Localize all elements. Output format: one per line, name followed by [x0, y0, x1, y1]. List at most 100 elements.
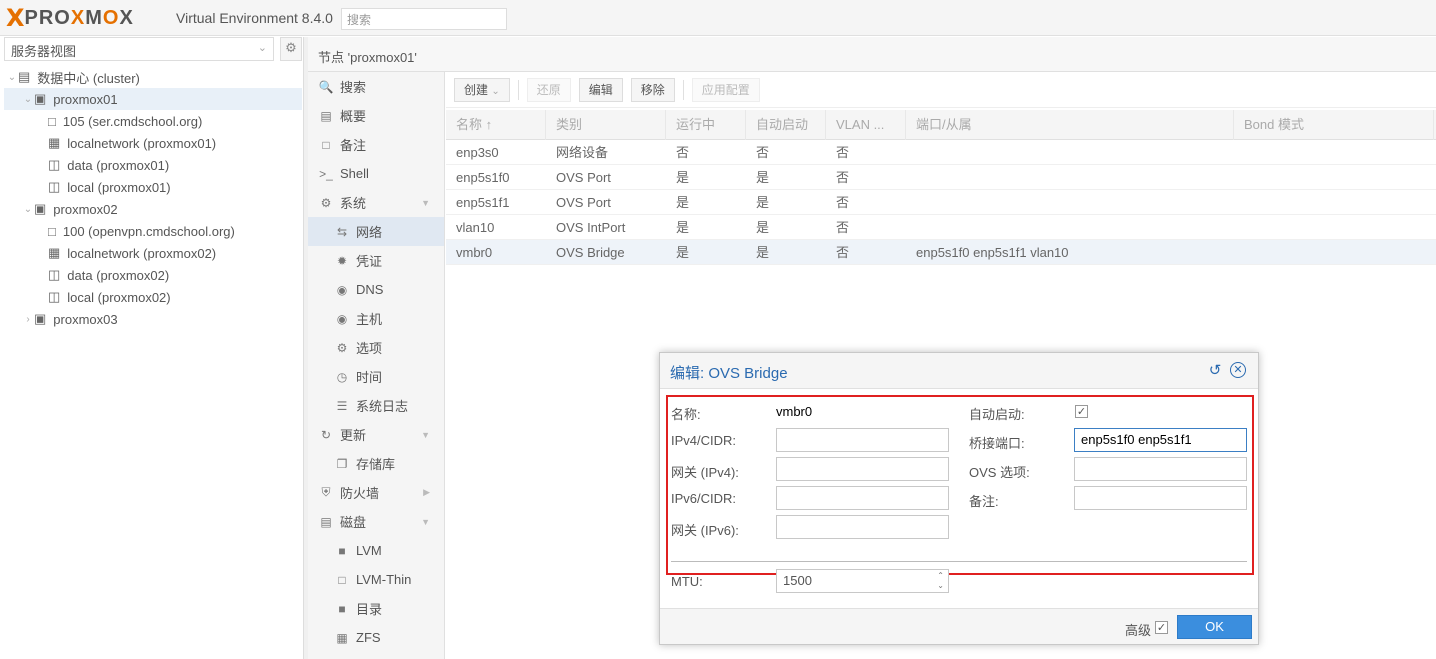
column-header[interactable]: Bond 模式: [1234, 110, 1434, 140]
ovs-options-label: OVS 选项:: [969, 465, 1030, 480]
ok-button[interactable]: OK: [1177, 615, 1252, 639]
nav-item[interactable]: ↻ 更新 ▼: [308, 420, 444, 449]
search-icon: 🔍: [318, 79, 334, 94]
table-cell: 否: [836, 170, 850, 185]
table-cell: [906, 165, 1234, 190]
table-row[interactable]: vlan10 OVS IntPort 是 是 否: [446, 215, 1436, 240]
node-icon: ▣: [34, 201, 47, 216]
tree-node[interactable]: ⌄ ▣ proxmox02: [4, 198, 302, 220]
nav-item[interactable]: 🔍 搜索: [308, 72, 444, 101]
chevron-down-icon[interactable]: ⌄: [6, 72, 18, 83]
table-row[interactable]: vmbr0 OVS Bridge 是 是 否 enp5s1f0 enp5s1f1 vlan…: [446, 240, 1436, 265]
chevron-down-icon[interactable]: ⌄: [22, 94, 34, 105]
tree-settings-button[interactable]: ⚙: [280, 37, 302, 61]
tree-node[interactable]: ◫ local (proxmox01): [4, 176, 302, 198]
revert-button[interactable]: 还原: [526, 77, 571, 102]
tree-node[interactable]: › ▣ proxmox03: [4, 308, 302, 330]
column-header[interactable]: 端口/从属: [906, 110, 1234, 140]
ipv4-cidr-input[interactable]: [776, 428, 949, 452]
tree-node-label: data (proxmox01): [67, 157, 170, 173]
mtu-label: MTU:: [671, 574, 703, 589]
ipv6-cidr-input[interactable]: [776, 486, 949, 510]
reset-icon[interactable]: ↺: [1206, 361, 1224, 379]
nav-item[interactable]: □ 备注: [308, 130, 444, 159]
tree-node-label: data (proxmox02): [67, 267, 170, 283]
nav-item-label: 选项: [356, 341, 383, 356]
nav-item[interactable]: ⚙ 系统 ▼: [308, 188, 444, 217]
column-header[interactable]: 名称 ↑: [446, 110, 546, 140]
tree-node-label: proxmox01: [53, 91, 118, 107]
advanced-checkbox[interactable]: ✓: [1155, 621, 1168, 634]
nav-item[interactable]: ▦ ZFS: [308, 623, 444, 652]
close-icon[interactable]: ✕: [1230, 362, 1246, 378]
tree-node[interactable]: ▦ localnetwork (proxmox02): [4, 242, 302, 264]
column-header[interactable]: 自动启动: [746, 110, 826, 140]
nav-item-label: 概要: [340, 109, 367, 124]
nav-item[interactable]: ◷ 时间: [308, 362, 444, 391]
nav-item[interactable]: ⇆ 网络: [308, 217, 444, 246]
nav-item[interactable]: ◉ DNS: [308, 275, 444, 304]
view-selector[interactable]: 服务器视图 ⌄: [4, 37, 274, 61]
search-input[interactable]: 搜索: [341, 8, 507, 30]
mtu-input[interactable]: 1500 ⌃ ⌄: [776, 569, 949, 593]
nav-item-label: 凭证: [356, 254, 383, 269]
gateway-ipv4-input[interactable]: [776, 457, 949, 481]
note-icon: □: [322, 137, 330, 152]
table-cell: 是: [756, 195, 770, 210]
column-header[interactable]: 运行中: [666, 110, 746, 140]
autostart-checkbox[interactable]: ✓: [1075, 405, 1088, 418]
certificate-icon: ✹: [336, 253, 348, 268]
table-cell: OVS IntPort: [556, 220, 626, 235]
bridge-ports-input[interactable]: enp5s1f0 enp5s1f1: [1074, 428, 1247, 452]
edit-button[interactable]: 编辑: [578, 77, 623, 102]
column-header[interactable]: 类别: [546, 110, 666, 140]
nav-item[interactable]: >_ Shell: [308, 159, 444, 188]
table-row[interactable]: enp5s1f0 OVS Port 是 是 否: [446, 165, 1436, 190]
tree-node[interactable]: ◫ data (proxmox01): [4, 154, 302, 176]
apply-config-button[interactable]: 应用配置: [691, 77, 760, 102]
gateway-ipv6-input[interactable]: [776, 515, 949, 539]
chevron-right-icon[interactable]: ›: [22, 314, 34, 325]
nav-item-label: 主机: [356, 312, 383, 327]
column-header[interactable]: VLAN ...: [826, 110, 906, 140]
node-icon: ▣: [34, 311, 47, 326]
nav-item[interactable]: □ LVM-Thin: [308, 565, 444, 594]
breadcrumb: 节点 'proxmox01': [308, 37, 1436, 72]
nav-item[interactable]: ✹ 凭证: [308, 246, 444, 275]
nav-item[interactable]: ❐ 存储库: [308, 449, 444, 478]
tree-node[interactable]: ▦ localnetwork (proxmox01): [4, 132, 302, 154]
nav-item[interactable]: ⛨ 防火墙 ▶: [308, 478, 444, 507]
tree-node[interactable]: ⌄ ▣ proxmox01: [4, 88, 302, 110]
nav-item[interactable]: ☰ 系统日志: [308, 391, 444, 420]
globe-icon: ◉: [336, 282, 348, 297]
tree-node[interactable]: □ 100 (openvpn.cmdschool.org): [4, 220, 302, 242]
nav-item[interactable]: ■ 目录: [308, 594, 444, 623]
nav-item[interactable]: ■ LVM: [308, 536, 444, 565]
nav-item-label: LVM: [356, 543, 382, 558]
comment-label: 备注:: [969, 494, 999, 509]
nav-item-label: LVM-Thin: [356, 572, 412, 587]
nav-item-label: ZFS: [356, 630, 381, 645]
gateway-ipv6-label: 网关 (IPv6):: [671, 523, 739, 538]
spinner-arrows-icon[interactable]: ⌃ ⌄: [937, 571, 944, 591]
tree-node[interactable]: □ 105 (ser.cmdschool.org): [4, 110, 302, 132]
nav-item[interactable]: ▤ 概要: [308, 101, 444, 130]
gear-icon: ⚙: [285, 41, 297, 56]
check-icon: ✓: [1156, 621, 1167, 634]
comment-input[interactable]: [1074, 486, 1247, 510]
ovs-options-input[interactable]: [1074, 457, 1247, 481]
remove-button[interactable]: 移除: [630, 77, 675, 102]
exchange-icon: ⇆: [336, 224, 348, 239]
tree-node[interactable]: ◫ local (proxmox02): [4, 286, 302, 308]
node-nav: 🔍 搜索 ▤ 概要 □ 备注 >_ Shell ⚙ 系统 ▼ ⇆ 网络 ✹ 凭证 ◉ DNS ◉ 主机 ⚙ 选项 ◷ 时间 ☰…: [308, 72, 445, 659]
table-row[interactable]: enp3s0 网络设备 否 否 否: [446, 140, 1436, 165]
create-button[interactable]: 创建 ⌄: [454, 77, 510, 102]
chevron-down-icon[interactable]: ⌄: [22, 204, 34, 215]
tree-node[interactable]: ⌄ ▤ 数据中心 (cluster): [4, 66, 302, 88]
tree-node[interactable]: ◫ data (proxmox02): [4, 264, 302, 286]
nav-item[interactable]: ▤ 磁盘 ▼: [308, 507, 444, 536]
table-row[interactable]: enp5s1f1 OVS Port 是 是 否: [446, 190, 1436, 215]
nav-item[interactable]: ⚙ 选项: [308, 333, 444, 362]
nav-item[interactable]: ◉ 主机: [308, 304, 444, 333]
table-cell: 是: [676, 220, 690, 235]
